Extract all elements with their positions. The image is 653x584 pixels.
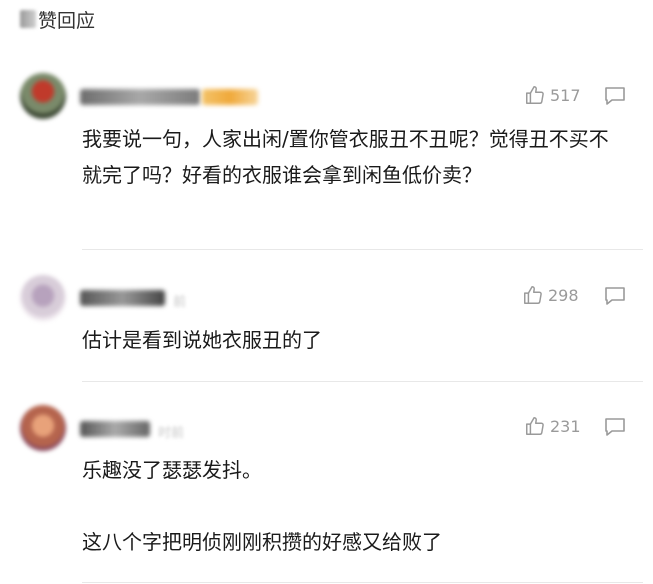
username-row[interactable]: 时前 [80,418,185,441]
like-count: 517 [550,85,581,105]
comment-line: 这八个字把明侦刚刚积攒的好感又给败了 [82,530,442,554]
username-blurred[interactable] [80,290,165,306]
divider [82,381,643,382]
avatar[interactable] [20,405,66,451]
like-button[interactable]: 517 [524,84,581,106]
avatar[interactable] [20,275,66,321]
user-badge-blurred [202,89,258,105]
username-row[interactable] [80,86,258,108]
like-count: 231 [550,416,581,436]
like-button[interactable]: 298 [522,284,579,306]
blurred-prefix [20,10,36,28]
timestamp-blurred: 时前 [158,426,185,441]
comment-line [82,488,442,524]
username-blurred[interactable] [80,421,150,437]
comment-text: 我要说一句，人家出闲/置你管衣服丑不丑呢？觉得丑不买不就完了吗？好看的衣服谁会拿… [82,127,609,187]
comment-text: 乐趣没了瑟瑟发抖。 这八个字把明侦刚刚积攒的好感又给败了 [82,452,442,560]
section-title: 赞回应 [38,9,96,32]
username-row[interactable]: 前 [80,287,187,310]
username-blurred[interactable] [80,89,200,105]
comment-text: 估计是看到说她衣服丑的了 [82,328,322,352]
avatar[interactable] [20,73,66,119]
divider [82,249,643,250]
comment-line: 乐趣没了瑟瑟发抖。 [82,458,262,482]
divider [82,582,643,583]
timestamp-blurred: 前 [173,295,187,310]
comment-bubble-icon[interactable] [603,85,627,107]
comment-bubble-icon[interactable] [603,285,627,307]
section-header: 赞回应 [20,4,95,34]
like-button[interactable]: 231 [524,415,581,437]
thumbs-up-icon [526,417,544,435]
comment-bubble-icon[interactable] [603,416,627,438]
thumbs-up-icon [524,286,542,304]
like-count: 298 [548,285,579,305]
thumbs-up-icon [526,86,544,104]
